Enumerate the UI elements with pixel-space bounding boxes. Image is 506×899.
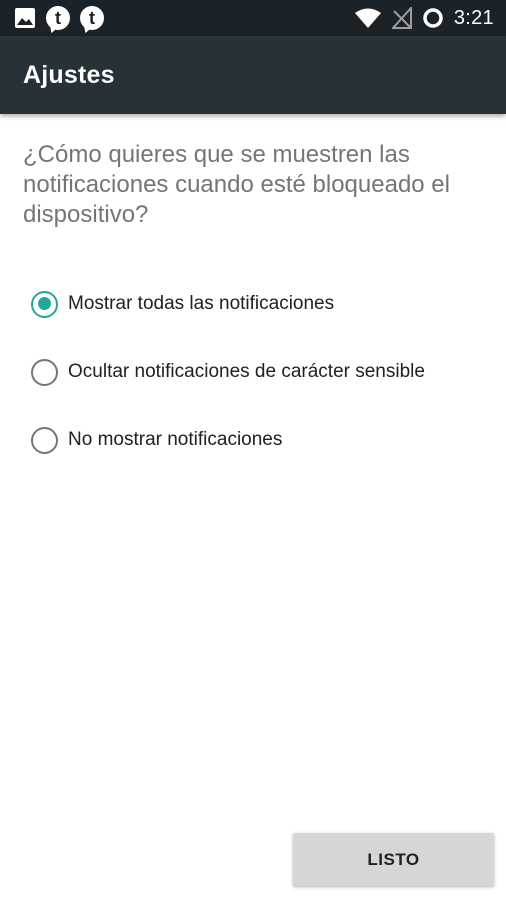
option-hide-sensitive[interactable]: Ocultar notificaciones de carácter sensi… (0, 338, 506, 406)
question-text: ¿Cómo quieres que se muestren las notifi… (23, 141, 450, 228)
image-icon (15, 8, 35, 28)
wifi-icon (354, 8, 381, 28)
status-bar: t t 3:21 (0, 0, 506, 36)
option-show-all[interactable]: Mostrar todas las notificaciones (0, 270, 506, 338)
radio-group: Mostrar todas las notificaciones Ocultar… (0, 270, 506, 474)
radio-button-selected[interactable] (31, 290, 58, 318)
page-title: Ajustes (23, 60, 115, 89)
radio-button[interactable] (31, 426, 58, 454)
app-bar: Ajustes (0, 36, 506, 114)
status-notifications: t t (14, 6, 114, 30)
battery-ring-icon (423, 8, 443, 28)
option-show-none[interactable]: No mostrar notificaciones (0, 406, 506, 474)
done-button[interactable]: LISTO (293, 833, 494, 886)
no-signal-icon (391, 7, 412, 29)
option-label: Ocultar notificaciones de carácter sensi… (68, 361, 425, 382)
clock: 3:21 (453, 6, 494, 29)
status-system: 3:21 (344, 7, 494, 30)
option-label: Mostrar todas las notificaciones (68, 293, 335, 314)
radio-button[interactable] (31, 358, 58, 386)
talk-icon: t (80, 6, 104, 30)
option-label: No mostrar notificaciones (68, 429, 283, 450)
talk-icon: t (46, 6, 70, 30)
